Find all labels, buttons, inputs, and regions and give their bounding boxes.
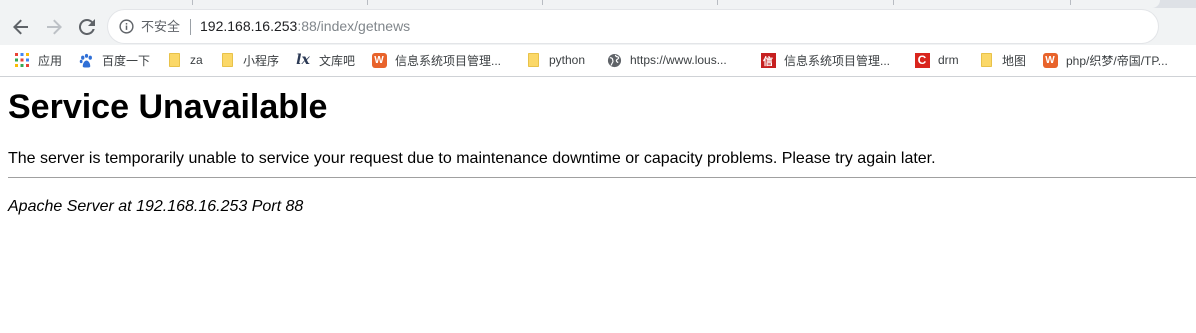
arrow-right-icon [47,19,62,35]
reload-button[interactable] [74,14,100,40]
xin-favicon-icon: 信 [760,52,776,68]
tab-separator [367,0,368,5]
url-text[interactable]: 192.168.16.253:88/index/getnews [200,18,410,35]
bookmark-label: drm [938,53,959,67]
bookmark-label: 百度一下 [102,53,151,68]
c-favicon-icon: C [914,52,930,68]
tab-separator [1070,0,1071,5]
bookmark-label: 应用 [38,53,63,68]
url-path: :88/index/getnews [297,18,411,34]
site-favicon-icon: W [371,52,387,68]
bookmark-lous[interactable]: https://www.lous... [606,51,727,69]
bookmark-label: 信息系统项目管理... [784,53,891,68]
tab-separator [893,0,894,5]
folder-icon [978,52,994,68]
arrow-left-icon [13,19,28,35]
omnibox-divider [190,19,191,35]
security-status-label[interactable]: 不安全 [141,19,180,34]
bookmark-label: 信息系统项目管理... [395,53,502,68]
page-title: Service Unavailable [8,88,328,126]
tab-separator [717,0,718,5]
folder-icon [166,52,182,68]
tab-strip [0,0,1196,8]
active-tab-edge[interactable] [0,0,1160,8]
info-icon[interactable] [119,19,134,34]
bookmark-label: 文库吧 [319,53,356,68]
wenku-icon: lx [296,52,310,68]
bookmark-baidu[interactable]: 百度一下 [78,51,150,69]
folder-icon [219,52,235,68]
bookmark-folder-map[interactable]: 地图 [978,51,1026,69]
bookmark-label: 地图 [1002,53,1027,68]
baidu-paw-icon [78,52,94,68]
bookmark-folder-miniprogram[interactable]: 小程序 [219,51,279,69]
tab-separator [192,0,193,5]
forward-button[interactable] [41,14,67,40]
bookmark-php-cms[interactable]: W php/织梦/帝国/TP... [1042,51,1168,69]
tab-separator [542,0,543,5]
apps-grid-icon [14,52,30,68]
url-host: 192.168.16.253 [200,18,298,34]
bookmark-label: https://www.lous... [630,53,727,67]
horizontal-rule [8,177,1196,178]
error-message: The server is temporarily unable to serv… [8,150,936,167]
address-bar[interactable]: 不安全 192.168.16.253:88/index/getnews [108,10,1158,43]
bookmark-drm[interactable]: C drm [914,51,959,69]
bookmark-label: 小程序 [243,53,280,68]
server-signature: Apache Server at 192.168.16.253 Port 88 [8,198,304,215]
bookmark-pm-info-2[interactable]: 信 信息系统项目管理... [760,51,890,69]
site-favicon-icon: W [1042,52,1058,68]
bookmark-folder-python[interactable]: python [525,51,585,69]
bookmark-apps[interactable]: 应用 [14,51,62,69]
bookmark-pm-info-1[interactable]: W 信息系统项目管理... [371,51,501,69]
bookmark-wenku[interactable]: lx 文库吧 [295,51,355,69]
bookmark-label: za [190,53,203,67]
browser-toolbar: 不安全 192.168.16.253:88/index/getnews [0,8,1196,45]
back-button[interactable] [8,14,34,40]
reload-icon [79,19,95,35]
bookmark-label: python [549,53,586,67]
folder-icon [525,52,541,68]
bookmarks-bar: 应用 百度一下 za 小程序 lx 文库吧 W 信息系统项目管理... pyth… [0,45,1196,77]
bookmark-label: php/织梦/帝国/TP... [1066,53,1168,68]
bookmark-folder-za[interactable]: za [166,51,203,69]
globe-icon [606,52,622,68]
